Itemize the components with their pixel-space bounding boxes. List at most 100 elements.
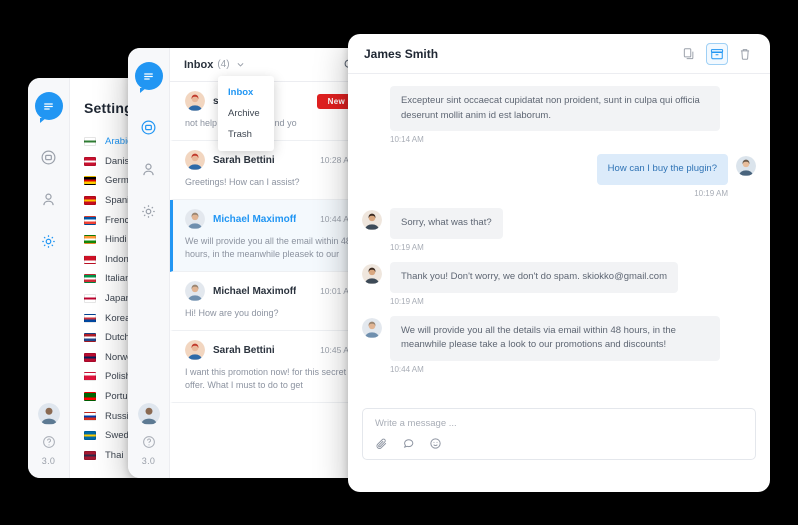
message-timestamp: 10:44 AM xyxy=(390,365,424,375)
message-timestamp: 10:14 AM xyxy=(390,135,424,145)
message-input-placeholder[interactable]: Write a message ... xyxy=(375,418,743,429)
sidebar-item-chat[interactable] xyxy=(134,112,164,142)
avatar xyxy=(185,340,205,361)
app-logo-icon xyxy=(134,62,163,93)
sidebar-item-settings[interactable] xyxy=(134,196,164,226)
inbox-window: 3.0 Inbox (4) InboxArchiveTrash sa Satta… xyxy=(128,48,368,478)
conversation-list-item[interactable]: Michael Maximoff 10:01 AM Hi! How are you … xyxy=(170,272,368,332)
chat-message: Sorry, what was that? xyxy=(362,208,756,239)
conversation-name: Sarah Bettini xyxy=(213,154,275,166)
conversation-preview: Hi! How are you doing? xyxy=(185,308,279,319)
conversation-name: Sarah Bettini xyxy=(213,344,275,356)
message-composer[interactable]: Write a message ... xyxy=(362,408,756,460)
avatar[interactable] xyxy=(37,403,60,425)
avatar[interactable] xyxy=(137,403,160,425)
conversation-list-item[interactable]: Sarah Bettini 10:45 AM I want this promoti… xyxy=(170,331,368,404)
flag-icon xyxy=(84,215,96,225)
chat-contact-name: James Smith xyxy=(364,46,439,61)
avatar xyxy=(185,91,205,111)
canned-response-icon[interactable] xyxy=(402,437,415,450)
app-logo-icon xyxy=(34,92,63,123)
flag-icon xyxy=(84,333,96,343)
help-icon[interactable] xyxy=(142,435,156,449)
copy-note-icon[interactable] xyxy=(678,43,700,65)
avatar xyxy=(185,281,205,302)
message-bubble: Thank you! Don't worry, we don't do spam… xyxy=(390,261,679,293)
sidebar-item-settings[interactable] xyxy=(34,226,64,256)
inbox-body: Inbox (4) InboxArchiveTrash sa SattaNewn… xyxy=(170,48,368,478)
language-label: Hindi xyxy=(105,234,127,246)
dropdown-item-inbox[interactable]: Inbox xyxy=(218,82,274,103)
trash-icon[interactable] xyxy=(734,43,756,65)
flag-icon xyxy=(84,372,96,382)
conversation-header: Michael Maximoff 10:01 AM xyxy=(185,281,356,302)
flag-icon xyxy=(84,450,96,460)
flag-icon xyxy=(84,254,96,264)
message-timestamp: 10:19 AM xyxy=(390,296,424,306)
conversation-list-item[interactable]: Michael Maximoff 10:44 AM We will provide … xyxy=(170,200,368,273)
message-timestamp: 10:19 AM xyxy=(694,189,728,199)
help-icon[interactable] xyxy=(42,435,56,449)
sidebar-item-contacts[interactable] xyxy=(34,184,64,214)
conversation-header: Sarah Bettini 10:28 AM xyxy=(185,150,356,171)
flag-icon xyxy=(84,313,96,323)
inbox-folder-dropdown[interactable]: Inbox Archive Trash xyxy=(218,76,274,151)
language-label: Thai xyxy=(105,449,124,461)
message-bubble: Sorry, what was that? xyxy=(390,208,503,239)
dropdown-item-archive[interactable]: Archive xyxy=(218,103,274,124)
emoji-icon[interactable] xyxy=(429,437,442,450)
sidebar-item-chat[interactable] xyxy=(34,142,64,172)
sidebar-item-contacts[interactable] xyxy=(134,154,164,184)
inbox-title: Inbox xyxy=(184,58,214,71)
language-label: Polish xyxy=(105,371,131,383)
avatar xyxy=(362,210,382,231)
chat-message: We will provide you all the details via … xyxy=(362,315,756,362)
version-label: 3.0 xyxy=(141,456,156,466)
flag-icon xyxy=(84,137,96,147)
language-label: Dutch xyxy=(105,332,130,344)
chevron-down-icon[interactable] xyxy=(236,60,245,69)
avatar xyxy=(736,156,756,177)
dropdown-item-trash[interactable]: Trash xyxy=(218,124,274,145)
message-bubble: Excepteur sint occaecat cupidatat non pr… xyxy=(390,86,720,132)
settings-rail: 3.0 xyxy=(28,78,70,478)
inbox-header: Inbox (4) Inbox Archive Trash xyxy=(170,48,368,151)
conversation-header: Michael Maximoff 10:44 AM xyxy=(185,209,356,230)
flag-icon xyxy=(84,352,96,362)
chat-message-list: Excepteur sint occaecat cupidatat non pr… xyxy=(348,74,770,408)
chat-message: Excepteur sint occaecat cupidatat non pr… xyxy=(362,86,756,132)
flag-icon xyxy=(84,156,96,166)
conversation-name: Michael Maximoff xyxy=(213,213,297,225)
avatar xyxy=(362,317,382,338)
conversation-preview: We will provide you all the email within… xyxy=(185,236,351,260)
flag-icon xyxy=(84,392,96,402)
inbox-count: (4) xyxy=(217,59,230,70)
archive-icon[interactable] xyxy=(706,42,728,65)
conversation-header: Sarah Bettini 10:45 AM xyxy=(185,340,356,361)
avatar xyxy=(185,209,205,230)
flag-icon xyxy=(84,431,96,441)
inbox-rail-footer: 3.0 xyxy=(137,403,160,478)
flag-icon xyxy=(84,294,96,304)
chat-header-actions xyxy=(678,42,756,65)
message-timestamp: 10:19 AM xyxy=(390,242,424,252)
chat-header: James Smith xyxy=(348,34,770,74)
message-bubble: We will provide you all the details via … xyxy=(390,315,720,362)
avatar xyxy=(362,263,382,284)
inbox-rail: 3.0 xyxy=(128,48,170,478)
flag-icon xyxy=(84,274,96,284)
chat-message: Thank you! Don't worry, we don't do spam… xyxy=(362,261,756,293)
flag-icon xyxy=(84,235,96,245)
language-label: Italian xyxy=(105,273,131,285)
chat-message: How can I buy the plugin? xyxy=(362,154,756,186)
conversation-name: Michael Maximoff xyxy=(213,285,297,297)
attach-icon[interactable] xyxy=(375,437,388,450)
flag-icon xyxy=(84,176,96,186)
flag-icon xyxy=(84,196,96,206)
version-label: 3.0 xyxy=(41,456,56,466)
conversation-preview: Greetings! How can I assist? xyxy=(185,177,300,188)
flag-icon xyxy=(84,411,96,421)
avatar xyxy=(185,150,205,171)
conversation-preview: I want this promotion now! for this secr… xyxy=(185,367,347,391)
message-bubble: How can I buy the plugin? xyxy=(596,154,728,186)
